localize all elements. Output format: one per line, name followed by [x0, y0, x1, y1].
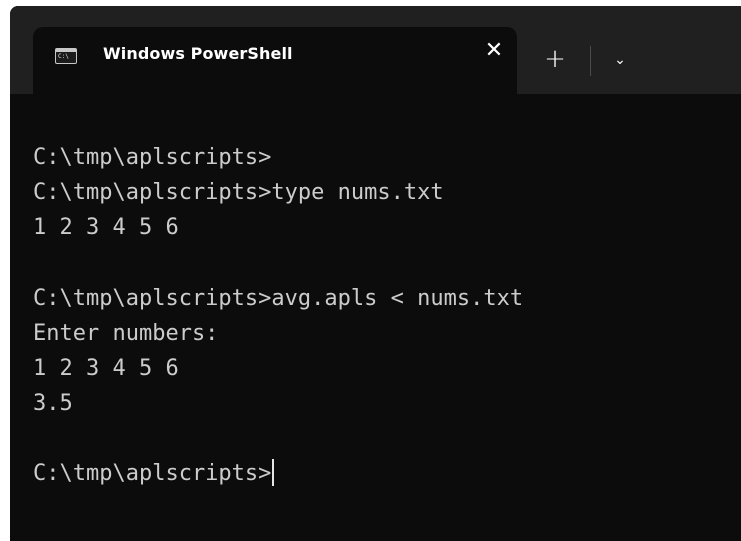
plus-icon: +	[544, 44, 566, 74]
terminal-window: Windows PowerShell ✕ + ⌄ C:\tmp\aplscrip…	[10, 6, 741, 541]
terminal-line: C:\tmp\aplscripts>avg.apls < nums.txt	[33, 286, 524, 311]
tab-title: Windows PowerShell	[103, 44, 293, 63]
terminal-prompt-line[interactable]: C:\tmp\aplscripts>	[33, 458, 275, 489]
terminal-line: 1 2 3 4 5 6	[33, 356, 179, 381]
text-cursor	[272, 458, 275, 486]
terminal-line: Enter numbers:	[33, 321, 219, 346]
tab-dropdown-button[interactable]: ⌄	[608, 48, 632, 72]
terminal-line: C:\tmp\aplscripts>	[33, 145, 272, 170]
powershell-console-icon	[55, 48, 77, 64]
terminal-line: 3.5	[33, 391, 73, 416]
terminal-line: 1 2 3 4 5 6	[33, 215, 179, 240]
close-tab-button[interactable]: ✕	[482, 39, 506, 63]
terminal-prompt: C:\tmp\aplscripts>	[33, 461, 272, 486]
chevron-down-icon: ⌄	[614, 52, 626, 68]
new-tab-button[interactable]: +	[541, 46, 569, 74]
titlebar-divider	[590, 46, 591, 76]
title-bar: Windows PowerShell ✕ + ⌄	[10, 6, 741, 94]
close-icon: ✕	[484, 38, 504, 63]
tab-windows-powershell[interactable]: Windows PowerShell ✕	[33, 27, 517, 94]
terminal-line: C:\tmp\aplscripts>type nums.txt	[33, 180, 444, 205]
